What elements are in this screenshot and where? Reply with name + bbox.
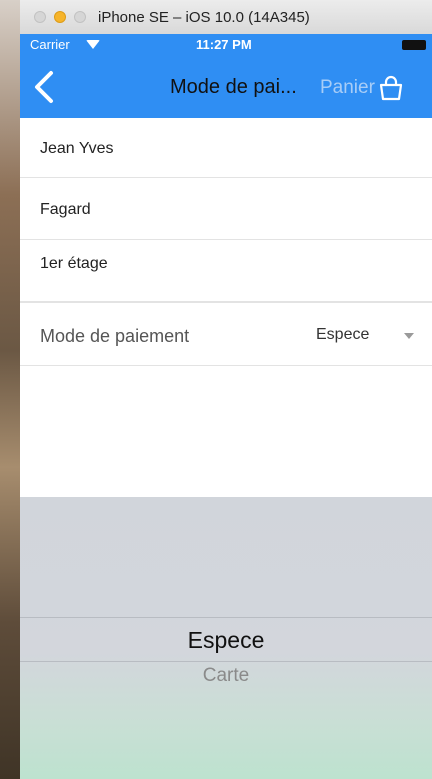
back-button[interactable]: [30, 70, 60, 104]
payment-method-label: Mode de paiement: [40, 326, 190, 346]
chevron-left-icon: [35, 71, 53, 103]
carrier-label: Carrier: [30, 37, 70, 52]
first-name-field[interactable]: Jean Yves: [20, 118, 432, 178]
status-time: 11:27 PM: [196, 37, 252, 52]
picker-selection-top-line: [20, 617, 432, 618]
picker-selection-bottom-line: [20, 661, 432, 662]
navigation-bar: Mode de pai... Panier: [20, 56, 432, 118]
battery-icon: [402, 40, 426, 50]
payment-method-row: Mode de paiement Espece: [20, 302, 432, 366]
screen: iPhone SE – iOS 10.0 (14A345) Carrier 11…: [0, 0, 432, 779]
address-line-value: 1er étage: [40, 255, 108, 272]
minimize-window-button[interactable]: [54, 11, 66, 23]
ios-status-bar: Carrier 11:27 PM: [20, 34, 432, 56]
window-titlebar: iPhone SE – iOS 10.0 (14A345): [20, 0, 432, 35]
cart-label: Panier: [320, 77, 375, 98]
picker-option[interactable]: Carte: [20, 665, 432, 687]
first-name-value: Jean Yves: [40, 140, 114, 157]
simulator-window: iPhone SE – iOS 10.0 (14A345) Carrier 11…: [20, 0, 432, 779]
payment-method-select[interactable]: Espece: [306, 317, 426, 353]
payment-picker[interactable]: Espece Carte: [20, 497, 432, 779]
dropdown-arrow-icon: [404, 333, 414, 339]
payment-method-value: Espece: [316, 326, 370, 343]
wifi-icon: [86, 40, 100, 49]
last-name-value: Fagard: [40, 201, 91, 218]
picker-option-selected[interactable]: Espece: [20, 627, 432, 654]
window-title: iPhone SE – iOS 10.0 (14A345): [98, 9, 310, 26]
desktop-background: [0, 0, 20, 779]
address-line-field[interactable]: 1er étage: [20, 240, 432, 302]
zoom-window-button[interactable]: [74, 11, 86, 23]
last-name-field[interactable]: Fagard: [20, 178, 432, 240]
page-title: Mode de pai...: [170, 76, 297, 98]
close-window-button[interactable]: [34, 11, 46, 23]
cart-button[interactable]: Panier: [320, 74, 405, 102]
shopping-bag-icon: [379, 75, 403, 101]
